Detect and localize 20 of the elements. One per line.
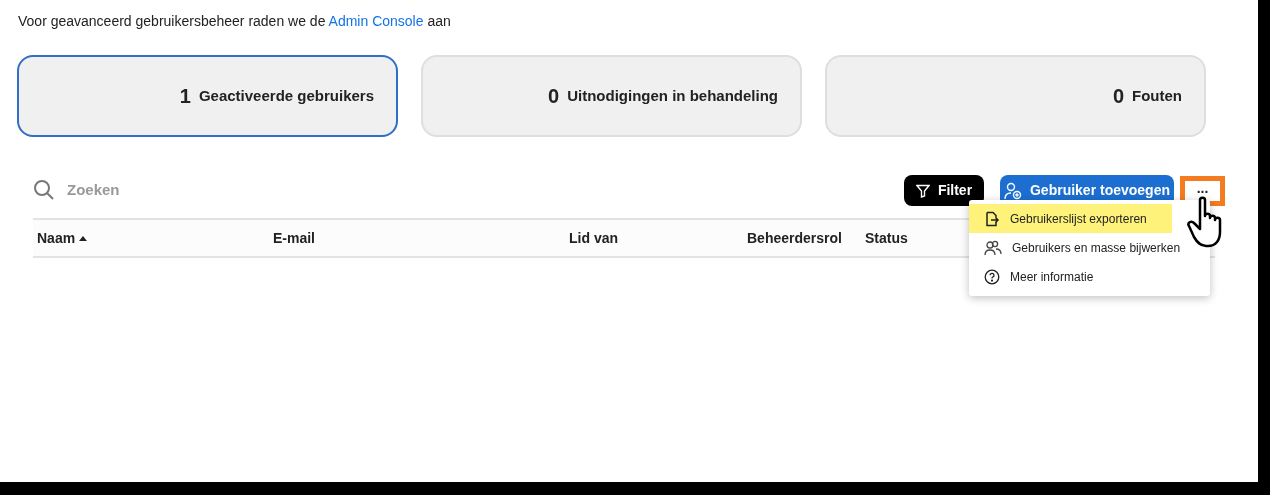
stat-card[interactable]: 0 Fouten xyxy=(825,55,1206,137)
menu-item[interactable]: Gebruikerslijst exporteren xyxy=(969,204,1172,233)
search-field[interactable]: Zoeken xyxy=(67,178,367,202)
search-icon xyxy=(33,179,55,201)
help-icon xyxy=(984,268,1000,285)
stat-card[interactable]: 0 Uitnodigingen in behandeling xyxy=(421,55,802,137)
menu-item[interactable]: Meer informatie xyxy=(969,262,1210,291)
stat-card[interactable]: 1 Geactiveerde gebruikers xyxy=(17,55,398,137)
file-export-icon xyxy=(984,210,1000,227)
notice-text: Voor geavanceerd gebruikersbeheer raden we de Admin Console aan xyxy=(18,12,451,31)
users-icon xyxy=(984,239,1002,256)
column-header[interactable]: Lid van xyxy=(569,227,747,249)
column-header[interactable]: E-mail xyxy=(273,227,569,249)
admin-console-link[interactable]: Admin Console xyxy=(328,13,424,29)
column-header[interactable]: Status xyxy=(865,227,945,249)
column-header[interactable]: Beheerdersrol xyxy=(747,227,865,249)
filter-icon xyxy=(915,183,930,198)
sort-up-icon xyxy=(79,235,88,241)
filter-button[interactable]: Filter xyxy=(904,175,984,206)
column-header[interactable]: Naam xyxy=(33,227,273,249)
